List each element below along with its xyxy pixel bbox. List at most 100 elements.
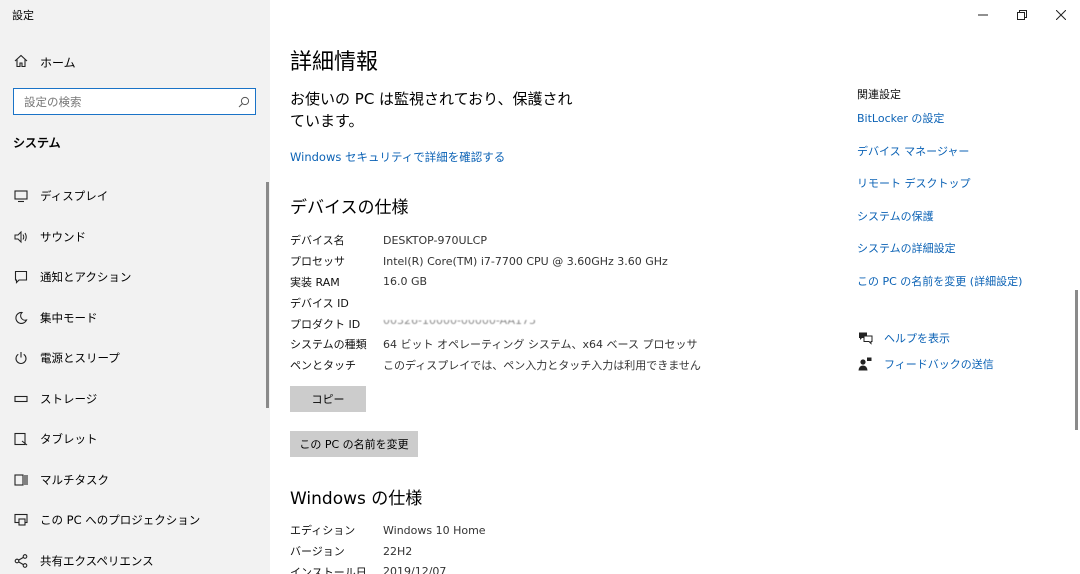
spec-value: DESKTOP-970ULCP (383, 233, 487, 247)
feedback-link[interactable]: フィードバックの送信 (884, 356, 994, 372)
bitlocker-settings-link[interactable]: BitLocker の設定 (857, 111, 1067, 144)
sidebar-item-label: この PC へのプロジェクション (40, 513, 201, 528)
spec-key: ペンとタッチ (290, 359, 356, 373)
remote-desktop-link[interactable]: リモート デスクトップ (857, 176, 1067, 209)
sidebar-item-sound[interactable]: サウンド (0, 217, 266, 258)
sidebar-item-focus[interactable]: 集中モード (0, 298, 266, 339)
device-manager-link[interactable]: デバイス マネージャー (857, 144, 1067, 177)
help-chat-icon (857, 330, 873, 346)
page-title: 詳細情報 (290, 50, 379, 75)
spec-key: インストール日 (290, 565, 367, 574)
sidebar: 設定 ホーム システム ディスプレイ サウンド 通知とアクション 集中モード (0, 0, 270, 574)
spec-key: プロダクト ID (290, 317, 361, 331)
close-button[interactable] (1041, 0, 1080, 28)
protection-message: お使いの PC は監視されており、保護されています。 (290, 90, 573, 130)
sidebar-item-storage[interactable]: ストレージ (0, 379, 266, 420)
spec-value: 2019/12/07 (383, 565, 447, 574)
spec-row: デバイス名 DESKTOP-970ULCP (290, 230, 701, 251)
rename-pc-button[interactable]: この PC の名前を変更 (290, 431, 418, 457)
search-input[interactable] (14, 89, 233, 114)
share-icon (13, 553, 29, 569)
spec-row: デバイス ID (290, 292, 701, 313)
restore-icon (1016, 5, 1027, 24)
sidebar-item-power[interactable]: 電源とスリープ (0, 338, 266, 379)
spec-value: Windows 10 Home (383, 523, 486, 537)
advanced-system-settings-link[interactable]: システムの詳細設定 (857, 241, 1067, 274)
storage-icon (13, 391, 29, 407)
help-section: ヘルプを表示 フィードバックの送信 (857, 325, 994, 377)
windows-spec-heading: Windows の仕様 (290, 489, 423, 509)
spec-key: 実装 RAM (290, 275, 340, 289)
get-help-item[interactable]: ヘルプを表示 (857, 325, 994, 351)
spec-value: 16.0 GB (383, 275, 428, 289)
security-link[interactable]: Windows セキュリティで詳細を確認する (290, 149, 505, 165)
sidebar-item-multitask[interactable]: マルチタスク (0, 460, 266, 501)
sidebar-item-label: ストレージ (40, 391, 98, 406)
notification-icon (13, 269, 29, 285)
spec-value-redacted: 00326-10000-00000-AA175 (383, 320, 536, 328)
system-protection-link[interactable]: システムの保護 (857, 209, 1067, 242)
spec-row: プロセッサ Intel(R) Core(TM) i7-7700 CPU @ 3.… (290, 251, 701, 272)
sidebar-item-label: 集中モード (40, 310, 98, 325)
display-icon (13, 188, 29, 204)
nav-list: ディスプレイ サウンド 通知とアクション 集中モード 電源とスリープ ストレージ… (0, 176, 266, 574)
spec-key: システムの種類 (290, 338, 367, 352)
restore-button[interactable] (1002, 0, 1041, 28)
related-settings-heading: 関連設定 (857, 88, 901, 101)
spec-row: バージョン 22H2 (290, 541, 486, 562)
sidebar-scrollbar[interactable] (266, 182, 269, 408)
moon-icon (13, 310, 29, 326)
sidebar-item-display[interactable]: ディスプレイ (0, 176, 266, 217)
app-title: 設定 (12, 9, 34, 22)
windows-spec-table: エディション Windows 10 Home バージョン 22H2 インストール… (290, 520, 486, 574)
sidebar-item-projection[interactable]: この PC へのプロジェクション (0, 500, 266, 541)
sidebar-item-shared-experience[interactable]: 共有エクスペリエンス (0, 541, 266, 574)
minimize-button[interactable] (963, 0, 1002, 28)
spec-value: このディスプレイでは、ペン入力とタッチ入力は利用できません (383, 359, 701, 373)
spec-row: インストール日 2019/12/07 (290, 562, 486, 574)
spec-row: エディション Windows 10 Home (290, 520, 486, 541)
spec-row: ペンとタッチ このディスプレイでは、ペン入力とタッチ入力は利用できません (290, 355, 701, 376)
device-spec-table: デバイス名 DESKTOP-970ULCP プロセッサ Intel(R) Cor… (290, 230, 701, 376)
multitask-icon (13, 472, 29, 488)
feedback-item[interactable]: フィードバックの送信 (857, 351, 994, 377)
search-box (13, 88, 256, 115)
window-controls (963, 0, 1080, 28)
get-help-link[interactable]: ヘルプを表示 (884, 330, 950, 346)
spec-key: デバイス名 (290, 234, 345, 248)
home-icon (14, 53, 28, 72)
close-icon (1055, 5, 1066, 24)
spec-value: 64 ビット オペレーティング システム、x64 ベース プロセッサ (383, 338, 698, 352)
device-spec-heading: デバイスの仕様 (290, 198, 409, 218)
sidebar-item-label: ディスプレイ (40, 189, 109, 204)
feedback-person-icon (857, 356, 873, 372)
power-icon (13, 350, 29, 366)
tablet-icon (13, 431, 29, 447)
sidebar-item-label: ホーム (40, 55, 76, 70)
spec-row: 実装 RAM 16.0 GB (290, 272, 701, 293)
rename-pc-advanced-link[interactable]: この PC の名前を変更 (詳細設定) (857, 274, 1067, 307)
sidebar-item-tablet[interactable]: タブレット (0, 419, 266, 460)
spec-key: エディション (290, 524, 356, 538)
sidebar-item-label: タブレット (40, 432, 98, 447)
sidebar-item-label: 電源とスリープ (40, 351, 120, 366)
sidebar-item-label: マルチタスク (40, 472, 109, 487)
spec-key: プロセッサ (290, 255, 345, 269)
related-settings: 関連設定 BitLocker の設定 デバイス マネージャー リモート デスクト… (857, 86, 1067, 307)
spec-key: バージョン (290, 545, 345, 559)
spec-value: 22H2 (383, 544, 413, 558)
minimize-icon (977, 5, 988, 24)
spec-row: システムの種類 64 ビット オペレーティング システム、x64 ベース プロセ… (290, 334, 701, 355)
sidebar-item-label: 共有エクスペリエンス (40, 553, 154, 568)
spec-row: プロダクト ID 00326-10000-00000-AA175 (290, 313, 701, 334)
main-scrollbar[interactable] (1075, 290, 1078, 430)
copy-button[interactable]: コピー (290, 386, 366, 412)
sidebar-item-label: サウンド (40, 229, 86, 244)
projection-icon (13, 512, 29, 528)
speaker-icon (13, 229, 29, 245)
search-icon[interactable] (233, 96, 255, 108)
section-header: システム (13, 136, 61, 150)
sidebar-item-home[interactable]: ホーム (14, 52, 76, 72)
sidebar-item-label: 通知とアクション (40, 270, 132, 285)
sidebar-item-notifications[interactable]: 通知とアクション (0, 257, 266, 298)
